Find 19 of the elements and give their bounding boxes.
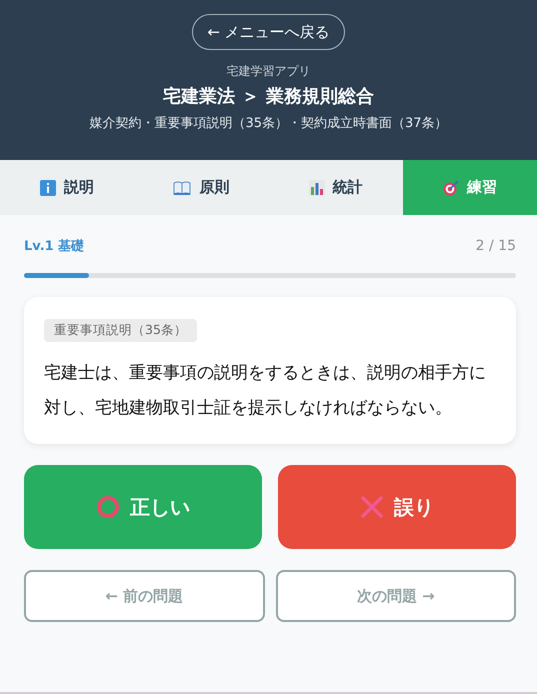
target-icon (442, 180, 459, 196)
page-subtitle: 媒介契約・重要事項説明（35条）・契約成立時書面（37条） (89, 115, 448, 132)
true-button[interactable]: 正しい (24, 465, 262, 549)
level-label: Lv.1 基礎 (24, 238, 84, 255)
page-title: 宅建業法 ＞ 業務規則総合 (163, 85, 374, 108)
cross-icon (360, 495, 384, 519)
question-text: 宅建士は、重要事項の説明をするときは、説明の相手方に対し、宅地建物取引士証を提示しなければならない。 (44, 362, 487, 420)
circle-icon (96, 495, 120, 519)
info-icon (40, 180, 56, 196)
question-counter: 2 / 15 (476, 238, 516, 254)
tab[interactable]: 練習 (402, 160, 537, 215)
false-button[interactable]: 誤り (278, 465, 516, 549)
previous-button[interactable]: ← 前の問題 (24, 570, 264, 622)
bar-chart-icon (308, 180, 325, 196)
back-button[interactable]: ← メニューへ戻る (192, 14, 345, 50)
topic-tag: 重要事項説明（35条） (44, 319, 197, 342)
app-name: 宅建学習アプリ (226, 63, 310, 80)
next-button[interactable]: 次の問題 → (276, 570, 516, 622)
book-icon (173, 180, 192, 194)
